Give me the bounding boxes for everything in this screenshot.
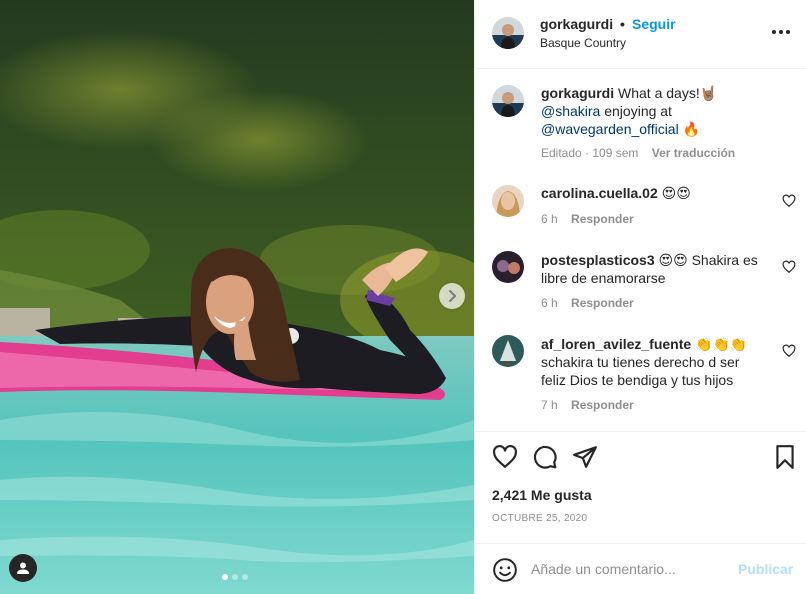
post-location[interactable]: Basque Country [540, 36, 626, 50]
post-age: 109 sem [592, 146, 639, 160]
post-sidebar: gorkagurdi • Seguir Basque Country gorka… [474, 0, 806, 594]
separator-dot: • [620, 16, 625, 32]
comment-username[interactable]: af_loren_avilez_fuente [541, 336, 691, 352]
comment-username[interactable]: postesplasticos3 [541, 252, 655, 268]
edited-label: Editado [541, 146, 582, 160]
follow-button[interactable]: Seguir [632, 16, 676, 32]
comment-composer: Publicar [475, 543, 806, 594]
chevron-right-icon [449, 290, 456, 302]
carousel-next-button[interactable] [439, 283, 465, 309]
caption-text: 🔥 [682, 121, 701, 137]
comment-username[interactable]: carolina.cuella.02 [541, 185, 658, 201]
comment-age: 6 h [541, 212, 558, 226]
save-bookmark-icon[interactable] [772, 444, 798, 470]
like-comment-heart-icon[interactable] [782, 260, 796, 274]
comment-age: 7 h [541, 398, 558, 412]
post-header: gorkagurdi • Seguir Basque Country [475, 0, 806, 69]
carousel-dot [232, 574, 238, 580]
post-viewer: gorkagurdi • Seguir Basque Country gorka… [0, 0, 806, 594]
like-count[interactable]: 2,421 Me gusta [492, 487, 592, 503]
surf-photo-illustration [0, 0, 474, 594]
tagged-users-button[interactable] [9, 554, 37, 582]
reply-button[interactable]: Responder [571, 398, 634, 412]
share-send-icon[interactable] [572, 444, 598, 470]
avatar[interactable] [492, 17, 524, 49]
author-username[interactable]: gorkagurdi [540, 16, 613, 32]
post-date: OCTUBRE 25, 2020 [492, 513, 588, 524]
reply-button[interactable]: Responder [571, 296, 634, 310]
more-horizontal-icon [772, 30, 776, 34]
user-icon [17, 562, 29, 574]
commenter-avatar-image [492, 185, 524, 217]
like-comment-heart-icon[interactable] [782, 194, 796, 208]
caption-text: enjoying at [604, 103, 672, 119]
post-photo[interactable] [0, 0, 474, 594]
comment: carolina.cuella.02 😍😍 [541, 184, 766, 202]
actions-divider [475, 431, 806, 432]
author-avatar-image [492, 85, 524, 117]
carousel-dot-active [222, 574, 228, 580]
mention-link[interactable]: @wavegarden_official [541, 121, 679, 137]
comment-meta: 6 h Responder [541, 212, 634, 226]
caption-text: What a days!🤘🏽 [618, 85, 718, 101]
avatar[interactable] [492, 335, 524, 367]
like-heart-icon[interactable] [492, 444, 518, 470]
comment-bubble-icon[interactable] [532, 444, 558, 470]
avatar[interactable] [492, 85, 524, 117]
comment: postesplasticos3 😍😍 Shakira es libre de … [541, 251, 766, 287]
avatar[interactable] [492, 251, 524, 283]
publish-button[interactable]: Publicar [738, 561, 793, 577]
carousel-indicator [222, 574, 248, 580]
like-comment-heart-icon[interactable] [782, 344, 796, 358]
carousel-dot [242, 574, 248, 580]
emoji-icon[interactable] [492, 557, 518, 583]
comment-text: 😍😍 [661, 185, 691, 201]
commenter-avatar-image [492, 335, 524, 367]
author-avatar-image [492, 17, 524, 49]
more-options-button[interactable] [772, 26, 794, 38]
post-caption: gorkagurdi What a days!🤘🏽 @shakira enjoy… [541, 84, 781, 138]
translate-link[interactable]: Ver traducción [652, 146, 735, 160]
comment: af_loren_avilez_fuente 👏👏👏 schakira tu t… [541, 335, 766, 389]
mention-link[interactable]: @shakira [541, 103, 600, 119]
comment-meta: 7 h Responder [541, 398, 634, 412]
caption-meta: Editado · 109 sem Ver traducción [541, 146, 736, 160]
reply-button[interactable]: Responder [571, 212, 634, 226]
comment-age: 6 h [541, 296, 558, 310]
avatar[interactable] [492, 185, 524, 217]
comment-input[interactable] [531, 558, 731, 580]
commenter-avatar-image [492, 251, 524, 283]
caption-author[interactable]: gorkagurdi [541, 85, 614, 101]
comment-meta: 6 h Responder [541, 296, 634, 310]
